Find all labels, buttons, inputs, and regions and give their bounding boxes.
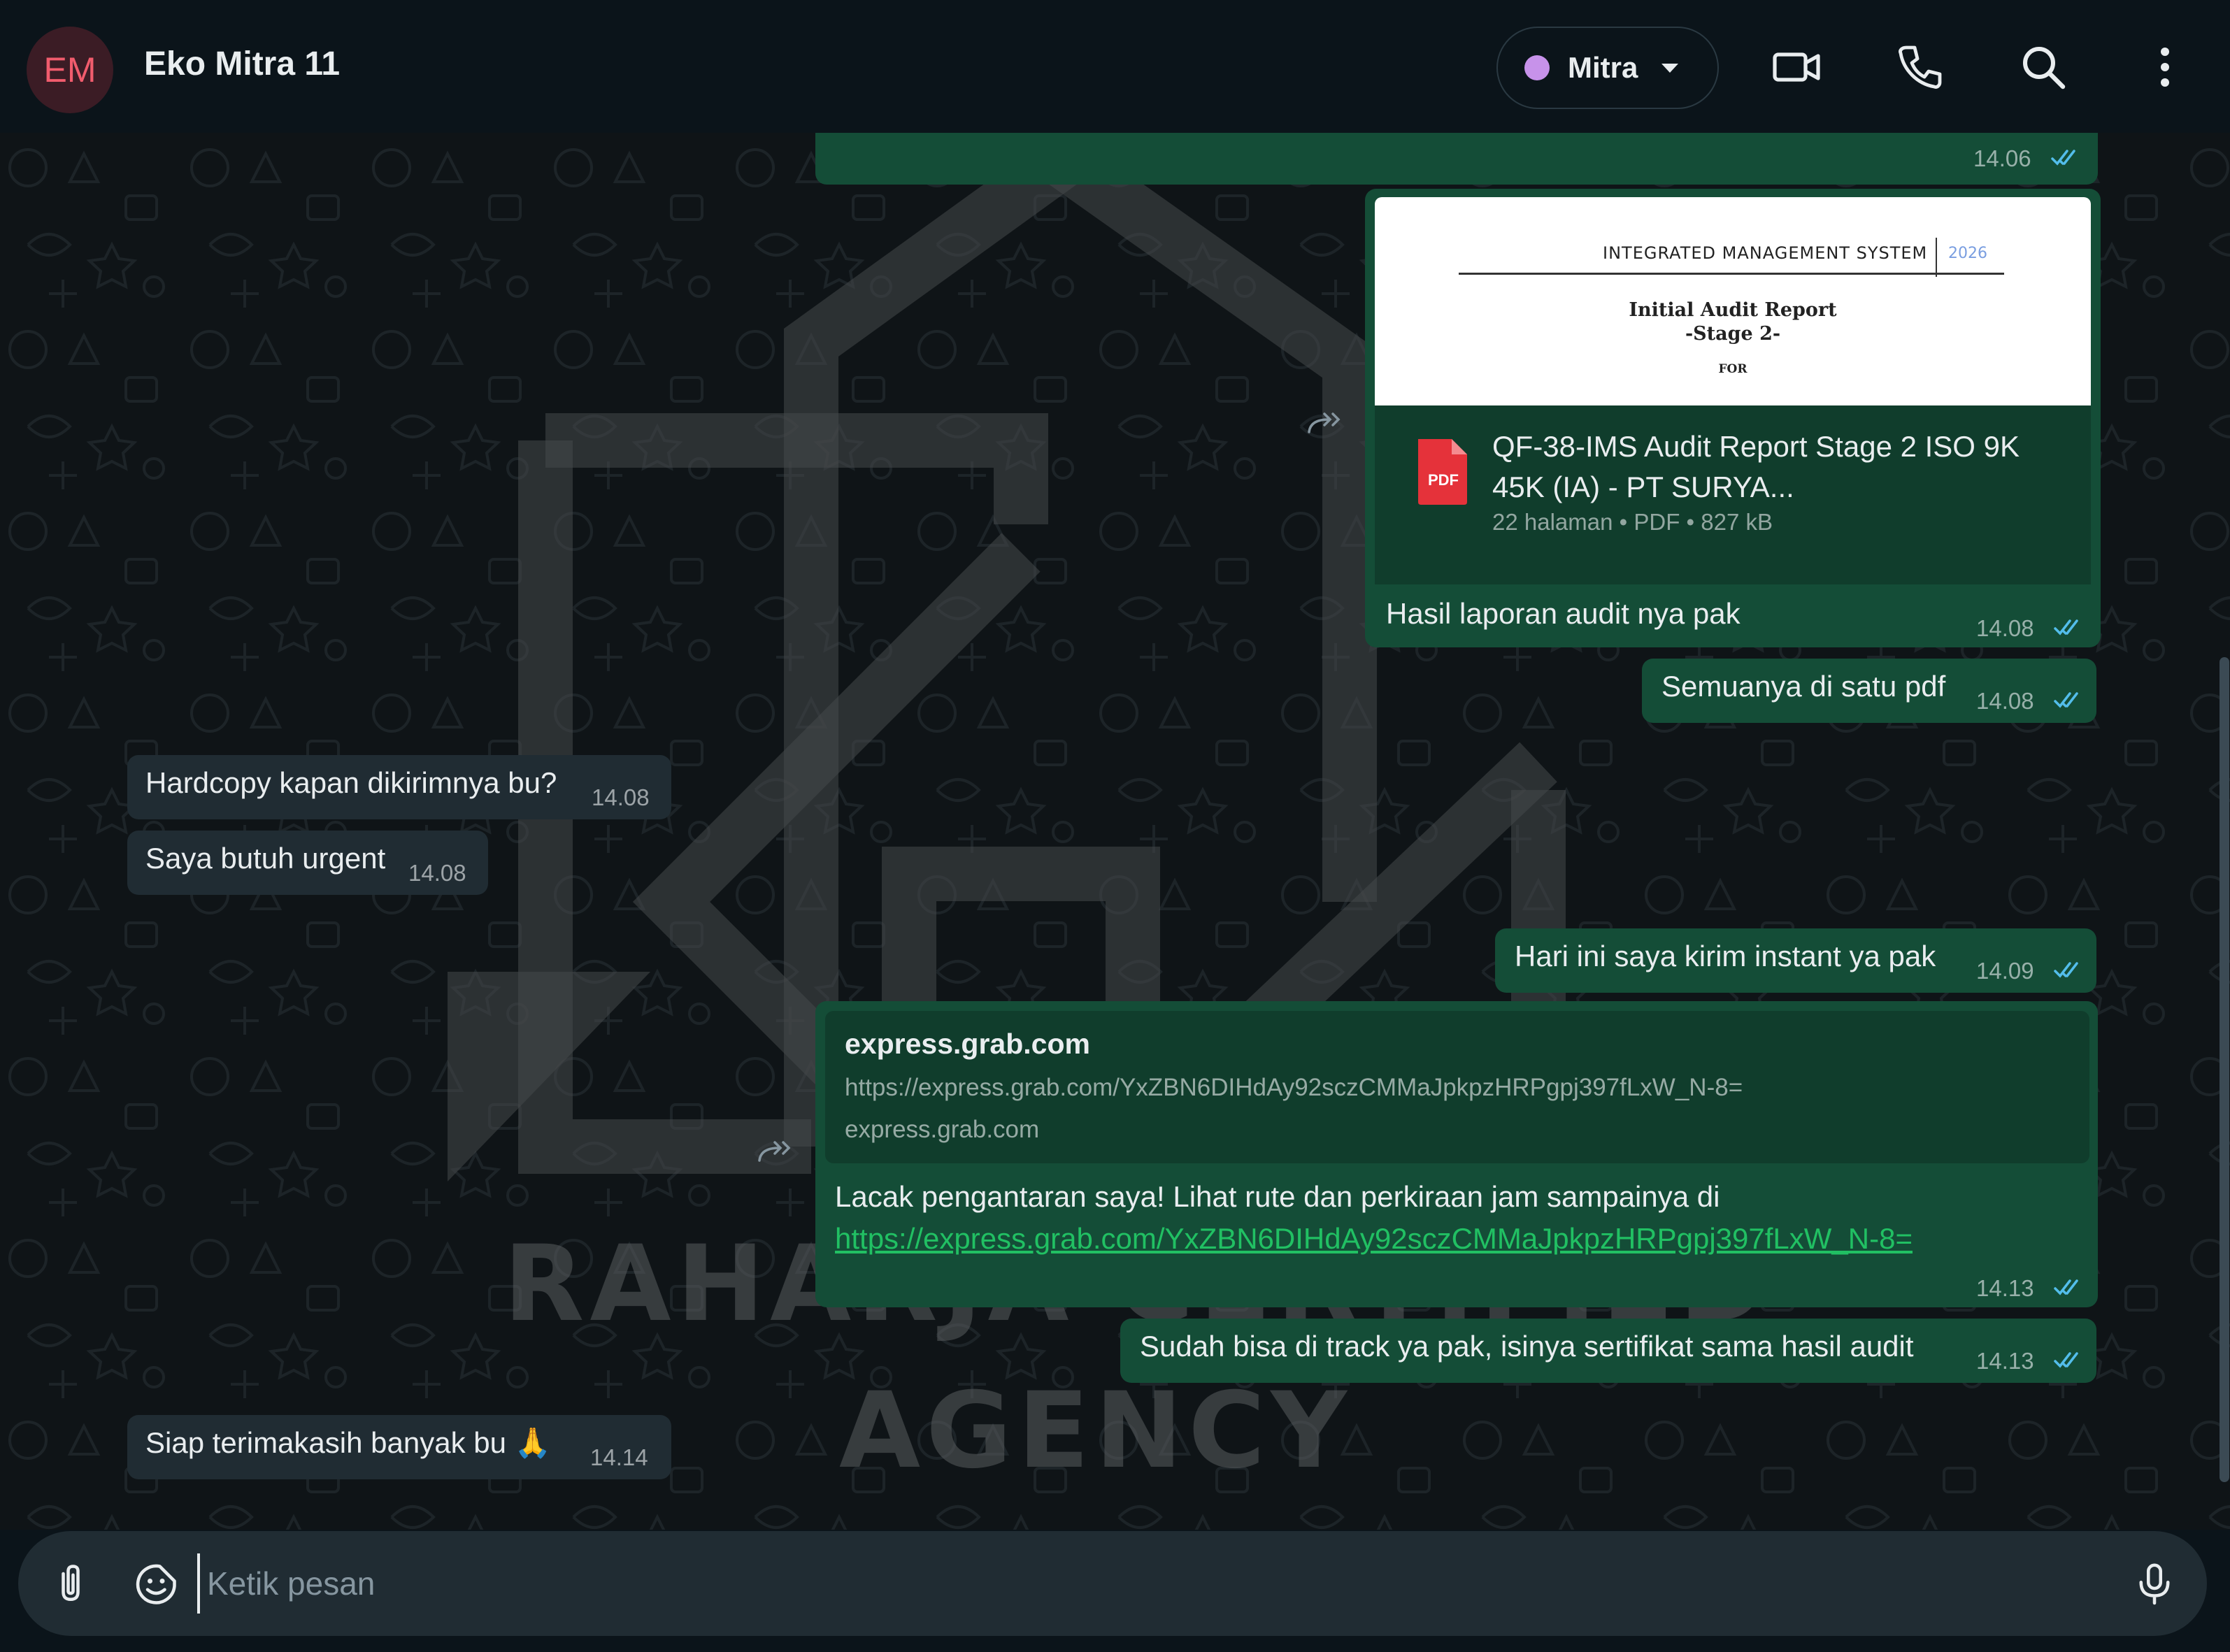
message-time: 14.08	[592, 784, 650, 810]
whatsapp-chat-window: EM Eko Mitra 11 Mitra RAHARJA AGENCY 14.…	[0, 0, 2230, 1652]
forward-icon[interactable]	[755, 1137, 794, 1165]
read-ticks-icon	[2054, 692, 2078, 708]
read-ticks-icon	[2054, 619, 2078, 635]
read-ticks-icon	[2054, 962, 2078, 978]
message-text: Hari ini saya kirim instant ya pak	[1515, 940, 1936, 972]
message-bubble-incoming[interactable]: Hardcopy kapan dikirimnya bu? 14.08	[127, 755, 671, 819]
document-preview-thumbnail[interactable]: INTEGRATED MANAGEMENT SYSTEM 2026 Initia…	[1375, 197, 2091, 405]
message-bubble-incoming[interactable]: Saya butuh urgent 14.08	[127, 831, 488, 895]
chevron-down-icon	[1661, 63, 1679, 73]
document-file-name: QF-38-IMS Audit Report Stage 2 ISO 9K 45…	[1492, 430, 2020, 503]
message-text: Siap terimakasih banyak bu 🙏	[145, 1426, 551, 1459]
message-text: Sudah bisa di track ya pak, isinya serti…	[1140, 1330, 1914, 1363]
search-icon[interactable]	[2015, 39, 2071, 95]
watermark-line-2: AGENCY	[839, 1370, 1352, 1492]
video-call-icon[interactable]	[1769, 39, 1825, 95]
message-text: Saya butuh urgent	[145, 842, 386, 875]
message-time: 14.13	[1976, 1275, 2034, 1301]
preview-for-label: FOR	[1718, 362, 1747, 376]
label-dropdown[interactable]: Mitra	[1496, 27, 1719, 109]
message-bubble-outgoing[interactable]: Semuanya di satu pdf 14.08	[1642, 659, 2096, 723]
link-preview-url: https://express.grab.com/YxZBN6DIHdAy92s…	[845, 1074, 1743, 1101]
message-time: 14.13	[1976, 1348, 2034, 1374]
preview-year: 2026	[1948, 245, 1987, 262]
link-preview-domain: express.grab.com	[845, 1116, 1040, 1143]
menu-icon[interactable]	[2137, 39, 2193, 95]
message-text: Hardcopy kapan dikirimnya bu?	[145, 766, 557, 799]
avatar[interactable]: EM	[27, 27, 113, 113]
message-time: 14.08	[1976, 615, 2034, 641]
message-bubble-incoming[interactable]: Siap terimakasih banyak bu 🙏 14.14	[127, 1415, 671, 1479]
sticker-icon[interactable]	[133, 1559, 182, 1608]
attach-icon[interactable]	[46, 1559, 95, 1608]
link-preview-title: express.grab.com	[845, 1028, 1090, 1060]
preview-header: INTEGRATED MANAGEMENT SYSTEM	[1603, 243, 1928, 263]
message-caption: Hasil laporan audit nya pak	[1386, 597, 1741, 630]
message-bubble-outgoing[interactable]: Sudah bisa di track ya pak, isinya serti…	[1120, 1319, 2096, 1383]
contact-name[interactable]: Eko Mitra 11	[144, 45, 340, 83]
message-time: 14.14	[590, 1444, 648, 1470]
preview-rule	[1459, 273, 2004, 275]
forward-icon[interactable]	[1305, 408, 1344, 436]
document-file-meta: 22 halaman • PDF • 827 kB	[1492, 509, 1773, 535]
chat-header: EM Eko Mitra 11 Mitra	[0, 0, 2230, 133]
message-time: 14.06	[1973, 145, 2031, 171]
read-ticks-icon	[2051, 150, 2075, 166]
read-ticks-icon	[2054, 1279, 2078, 1295]
link-preview-card[interactable]: express.grab.com https://express.grab.co…	[825, 1011, 2089, 1163]
message-text: Semuanya di satu pdf	[1661, 670, 1946, 703]
message-time: 14.09	[1976, 958, 2034, 984]
label-name: Mitra	[1568, 51, 1638, 84]
message-time: 14.08	[408, 860, 466, 886]
chat-scrollbar[interactable]	[2220, 657, 2229, 1482]
preview-title: Initial Audit Report	[1629, 299, 1837, 321]
message-input[interactable]	[197, 1553, 2095, 1614]
label-color-dot	[1524, 55, 1550, 80]
pdf-file-icon: PDF	[1418, 439, 1467, 505]
voice-call-icon[interactable]	[1892, 39, 1948, 95]
preview-divider	[1936, 238, 1937, 277]
message-link[interactable]: https://express.grab.com/YxZBN6DIHdAy92s…	[835, 1222, 1913, 1256]
message-bubble-outgoing[interactable]: 14.06	[815, 133, 2098, 185]
file-type-label: PDF	[1428, 471, 1459, 489]
message-text: Lacak pengantaran saya! Lihat rute dan p…	[835, 1180, 1720, 1213]
message-list[interactable]: RAHARJA CERTIFIED AGENCY 14.06 INTEGRATE…	[0, 133, 2230, 1530]
preview-subtitle: -Stage 2-	[1685, 323, 1781, 345]
document-file-card[interactable]: PDF QF-38-IMS Audit Report Stage 2 ISO 9…	[1375, 405, 2091, 584]
message-bubble-outgoing[interactable]: Hari ini saya kirim instant ya pak 14.09	[1495, 928, 2096, 993]
message-time: 14.08	[1976, 688, 2034, 714]
read-ticks-icon	[2054, 1352, 2078, 1368]
microphone-icon[interactable]	[2130, 1559, 2179, 1608]
